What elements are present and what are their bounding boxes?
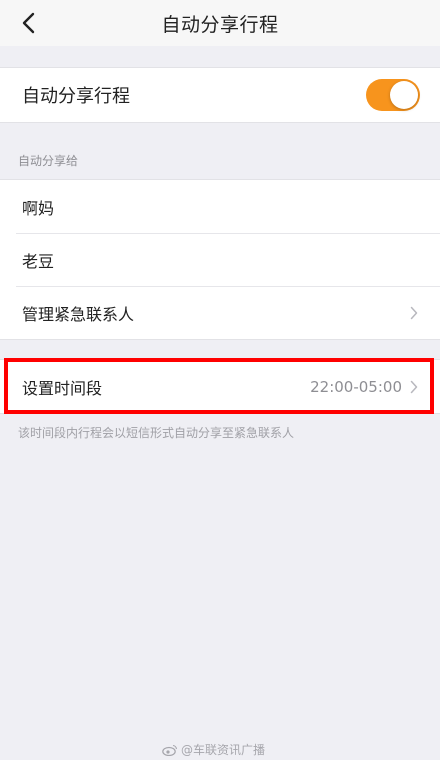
auto-share-group: 自动分享行程 [0,67,440,123]
manage-contacts-row[interactable]: 管理紧急联系人 [0,286,440,339]
back-button[interactable] [14,9,42,37]
manage-contacts-label: 管理紧急联系人 [22,304,135,324]
section-header: 自动分享给 [18,154,79,168]
watermark-text: @车联资讯广播 [181,743,266,757]
contact-name: 老豆 [22,251,55,271]
time-period-row[interactable]: 设置时间段 22:00-05:00 [0,360,440,413]
chevron-right-icon [410,379,420,395]
chevron-right-icon [410,305,420,321]
contact-row-1[interactable]: 老豆 [0,233,440,286]
contacts-group: 啊妈 老豆 管理紧急联系人 [0,179,440,340]
chevron-left-icon [22,12,35,34]
navbar: 自动分享行程 [0,0,440,46]
time-period-label: 设置时间段 [22,378,103,398]
toggle-knob [390,81,418,109]
weibo-icon [162,744,178,756]
time-period-group: 设置时间段 22:00-05:00 [0,359,440,414]
watermark: @车联资讯广播 [162,741,265,758]
time-period-footnote: 该时间段内行程会以短信形式自动分享至紧急联系人 [18,426,295,440]
contact-name: 啊妈 [22,198,55,218]
contact-row-0[interactable]: 啊妈 [0,180,440,233]
time-period-value: 22:00-05:00 [310,377,402,396]
auto-share-toggle[interactable] [366,79,420,111]
auto-share-row: 自动分享行程 [0,68,440,122]
page-title: 自动分享行程 [161,13,279,36]
screen: 自动分享行程 自动分享行程 自动分享给 啊妈 老豆 管理紧急联系人 设置时间段 … [0,0,440,760]
auto-share-label: 自动分享行程 [22,86,130,107]
